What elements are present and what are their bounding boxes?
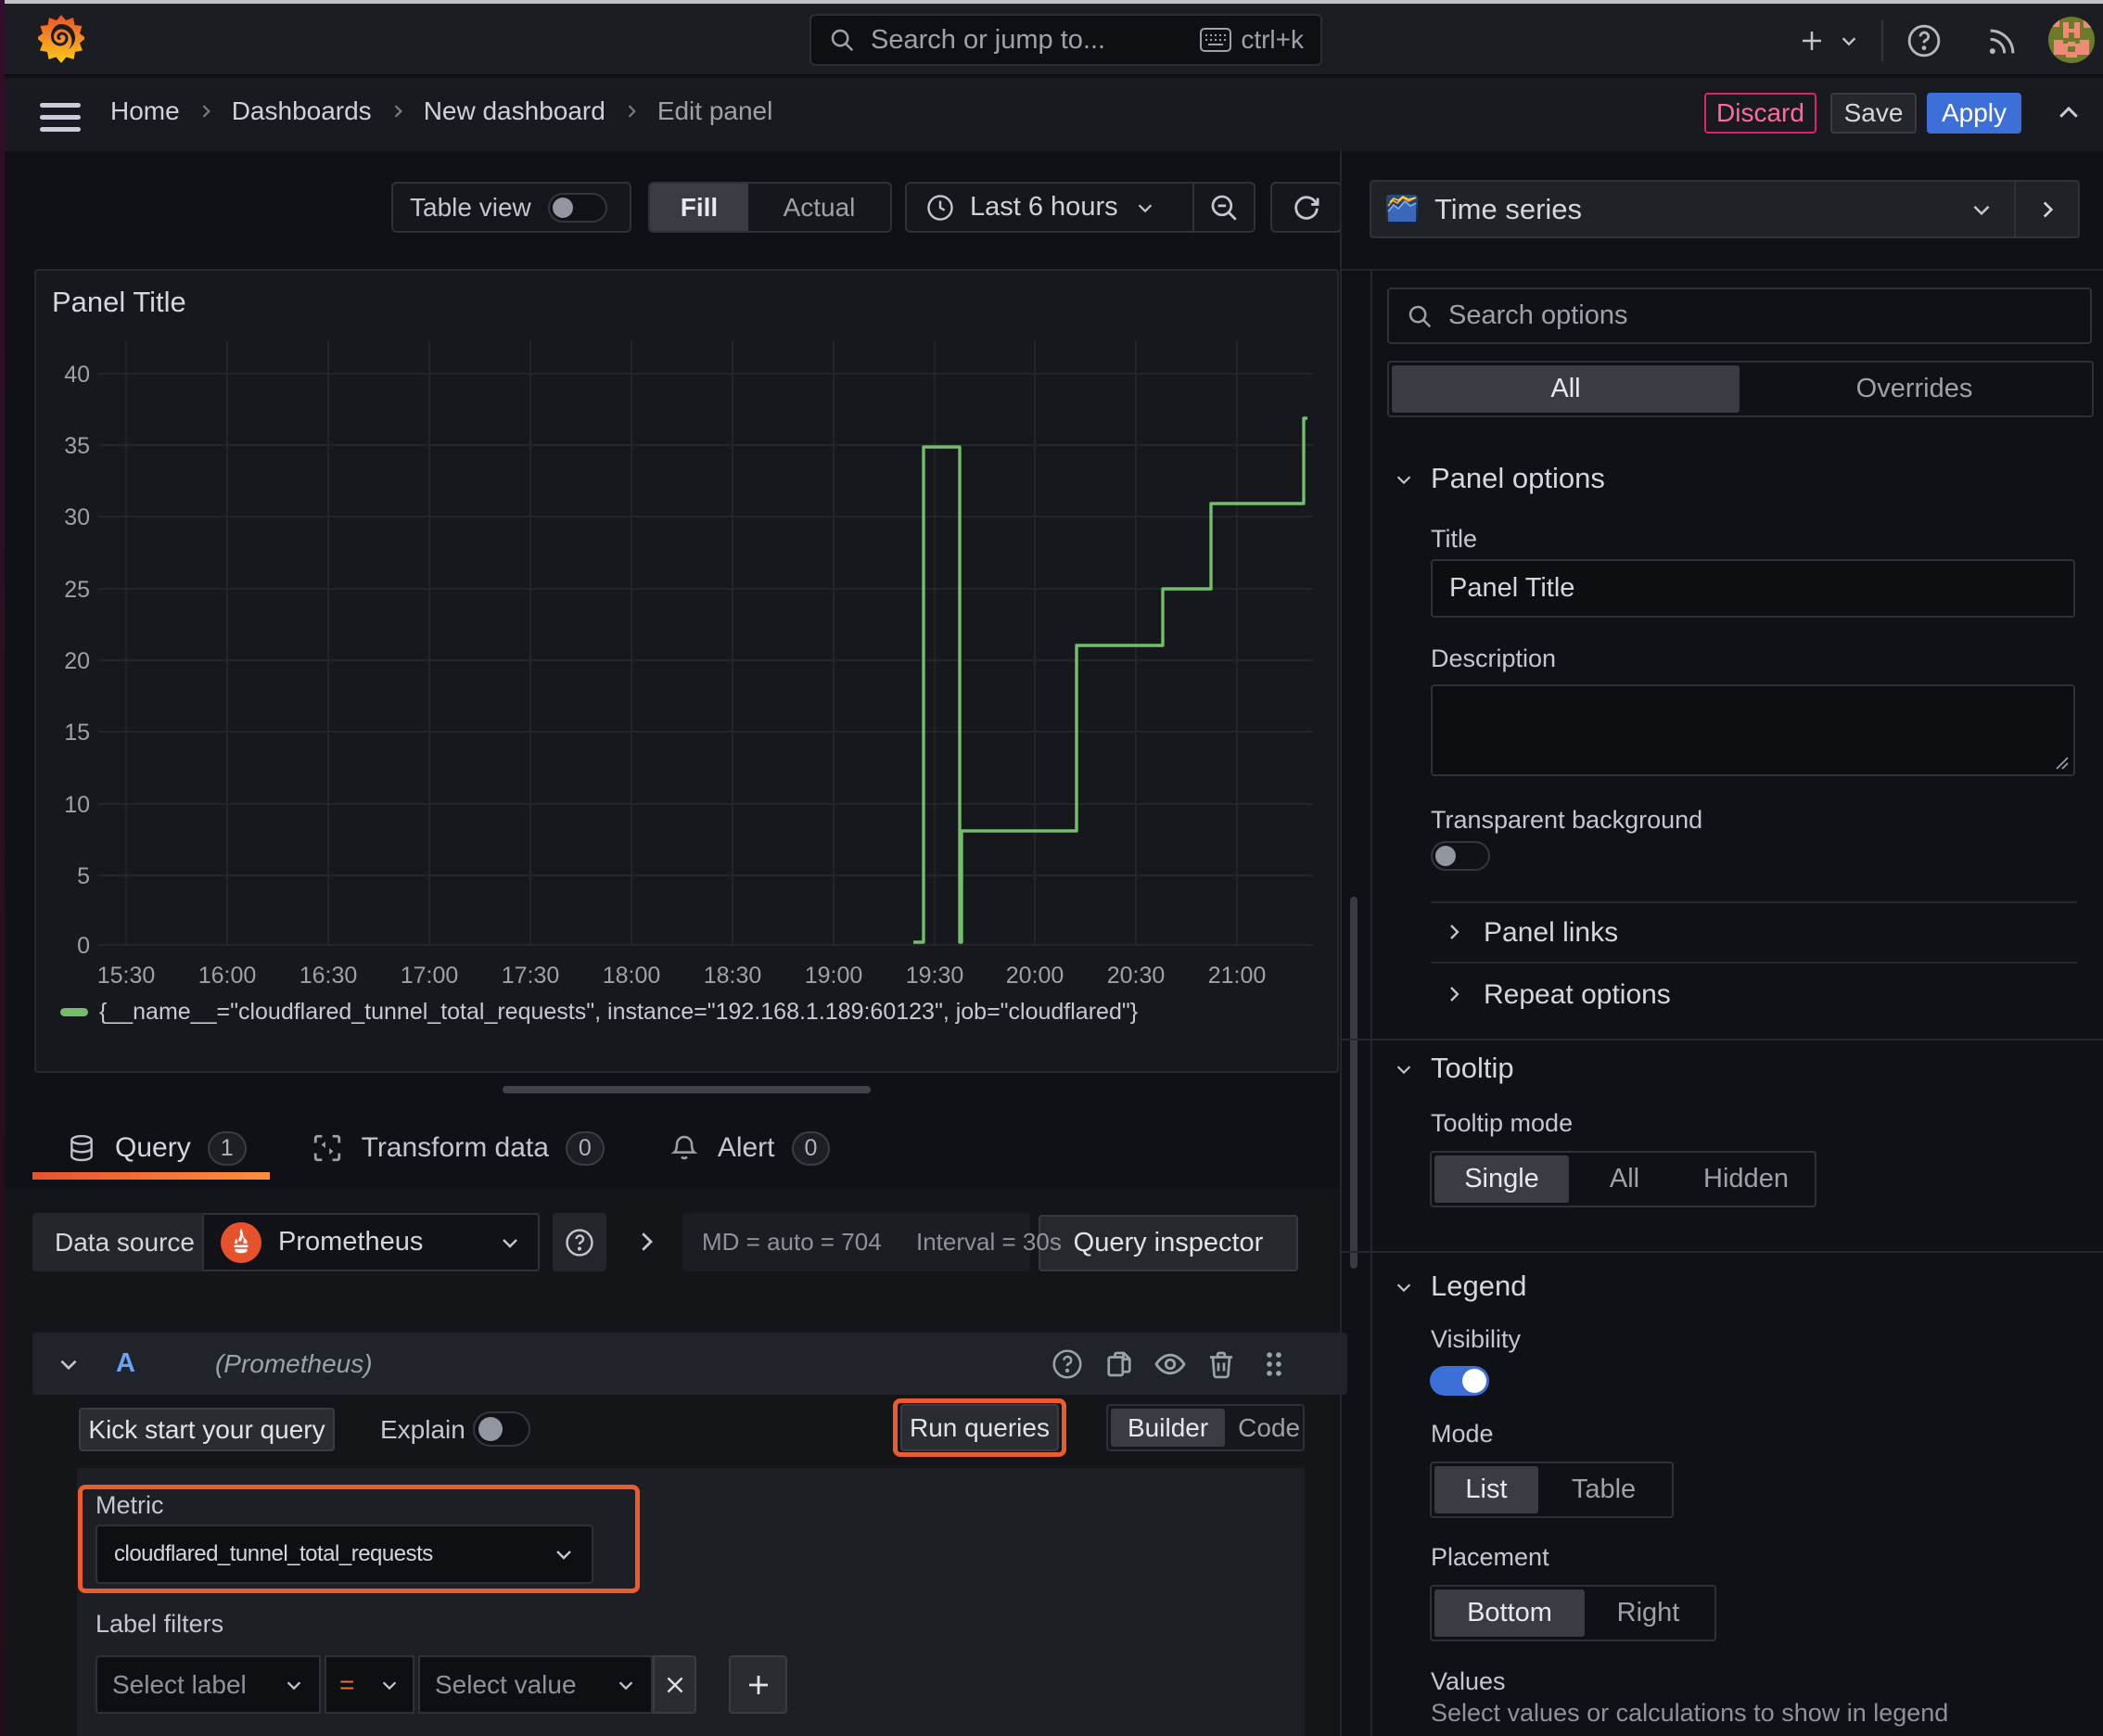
svg-text:0: 0 <box>77 933 90 959</box>
svg-text:20:00: 20:00 <box>1006 963 1064 989</box>
svg-text:20:30: 20:30 <box>1107 963 1166 989</box>
svg-text:40: 40 <box>64 362 90 388</box>
svg-text:21:00: 21:00 <box>1208 963 1267 989</box>
svg-text:17:30: 17:30 <box>502 963 560 989</box>
svg-text:19:30: 19:30 <box>906 963 964 989</box>
svg-text:18:30: 18:30 <box>704 963 762 989</box>
svg-text:17:00: 17:00 <box>401 963 459 989</box>
svg-text:20: 20 <box>64 648 90 674</box>
svg-text:10: 10 <box>64 792 90 818</box>
svg-text:16:30: 16:30 <box>300 963 358 989</box>
svg-text:{__name__="cloudflared_tunnel_: {__name__="cloudflared_tunnel_total_requ… <box>99 999 1138 1025</box>
svg-text:15: 15 <box>64 720 90 746</box>
svg-text:19:00: 19:00 <box>805 963 863 989</box>
svg-text:35: 35 <box>64 433 90 459</box>
svg-text:18:00: 18:00 <box>603 963 661 989</box>
svg-text:16:00: 16:00 <box>198 963 257 989</box>
svg-text:25: 25 <box>64 577 90 603</box>
svg-text:15:30: 15:30 <box>97 963 156 989</box>
svg-text:30: 30 <box>64 504 90 530</box>
svg-text:5: 5 <box>77 863 90 889</box>
